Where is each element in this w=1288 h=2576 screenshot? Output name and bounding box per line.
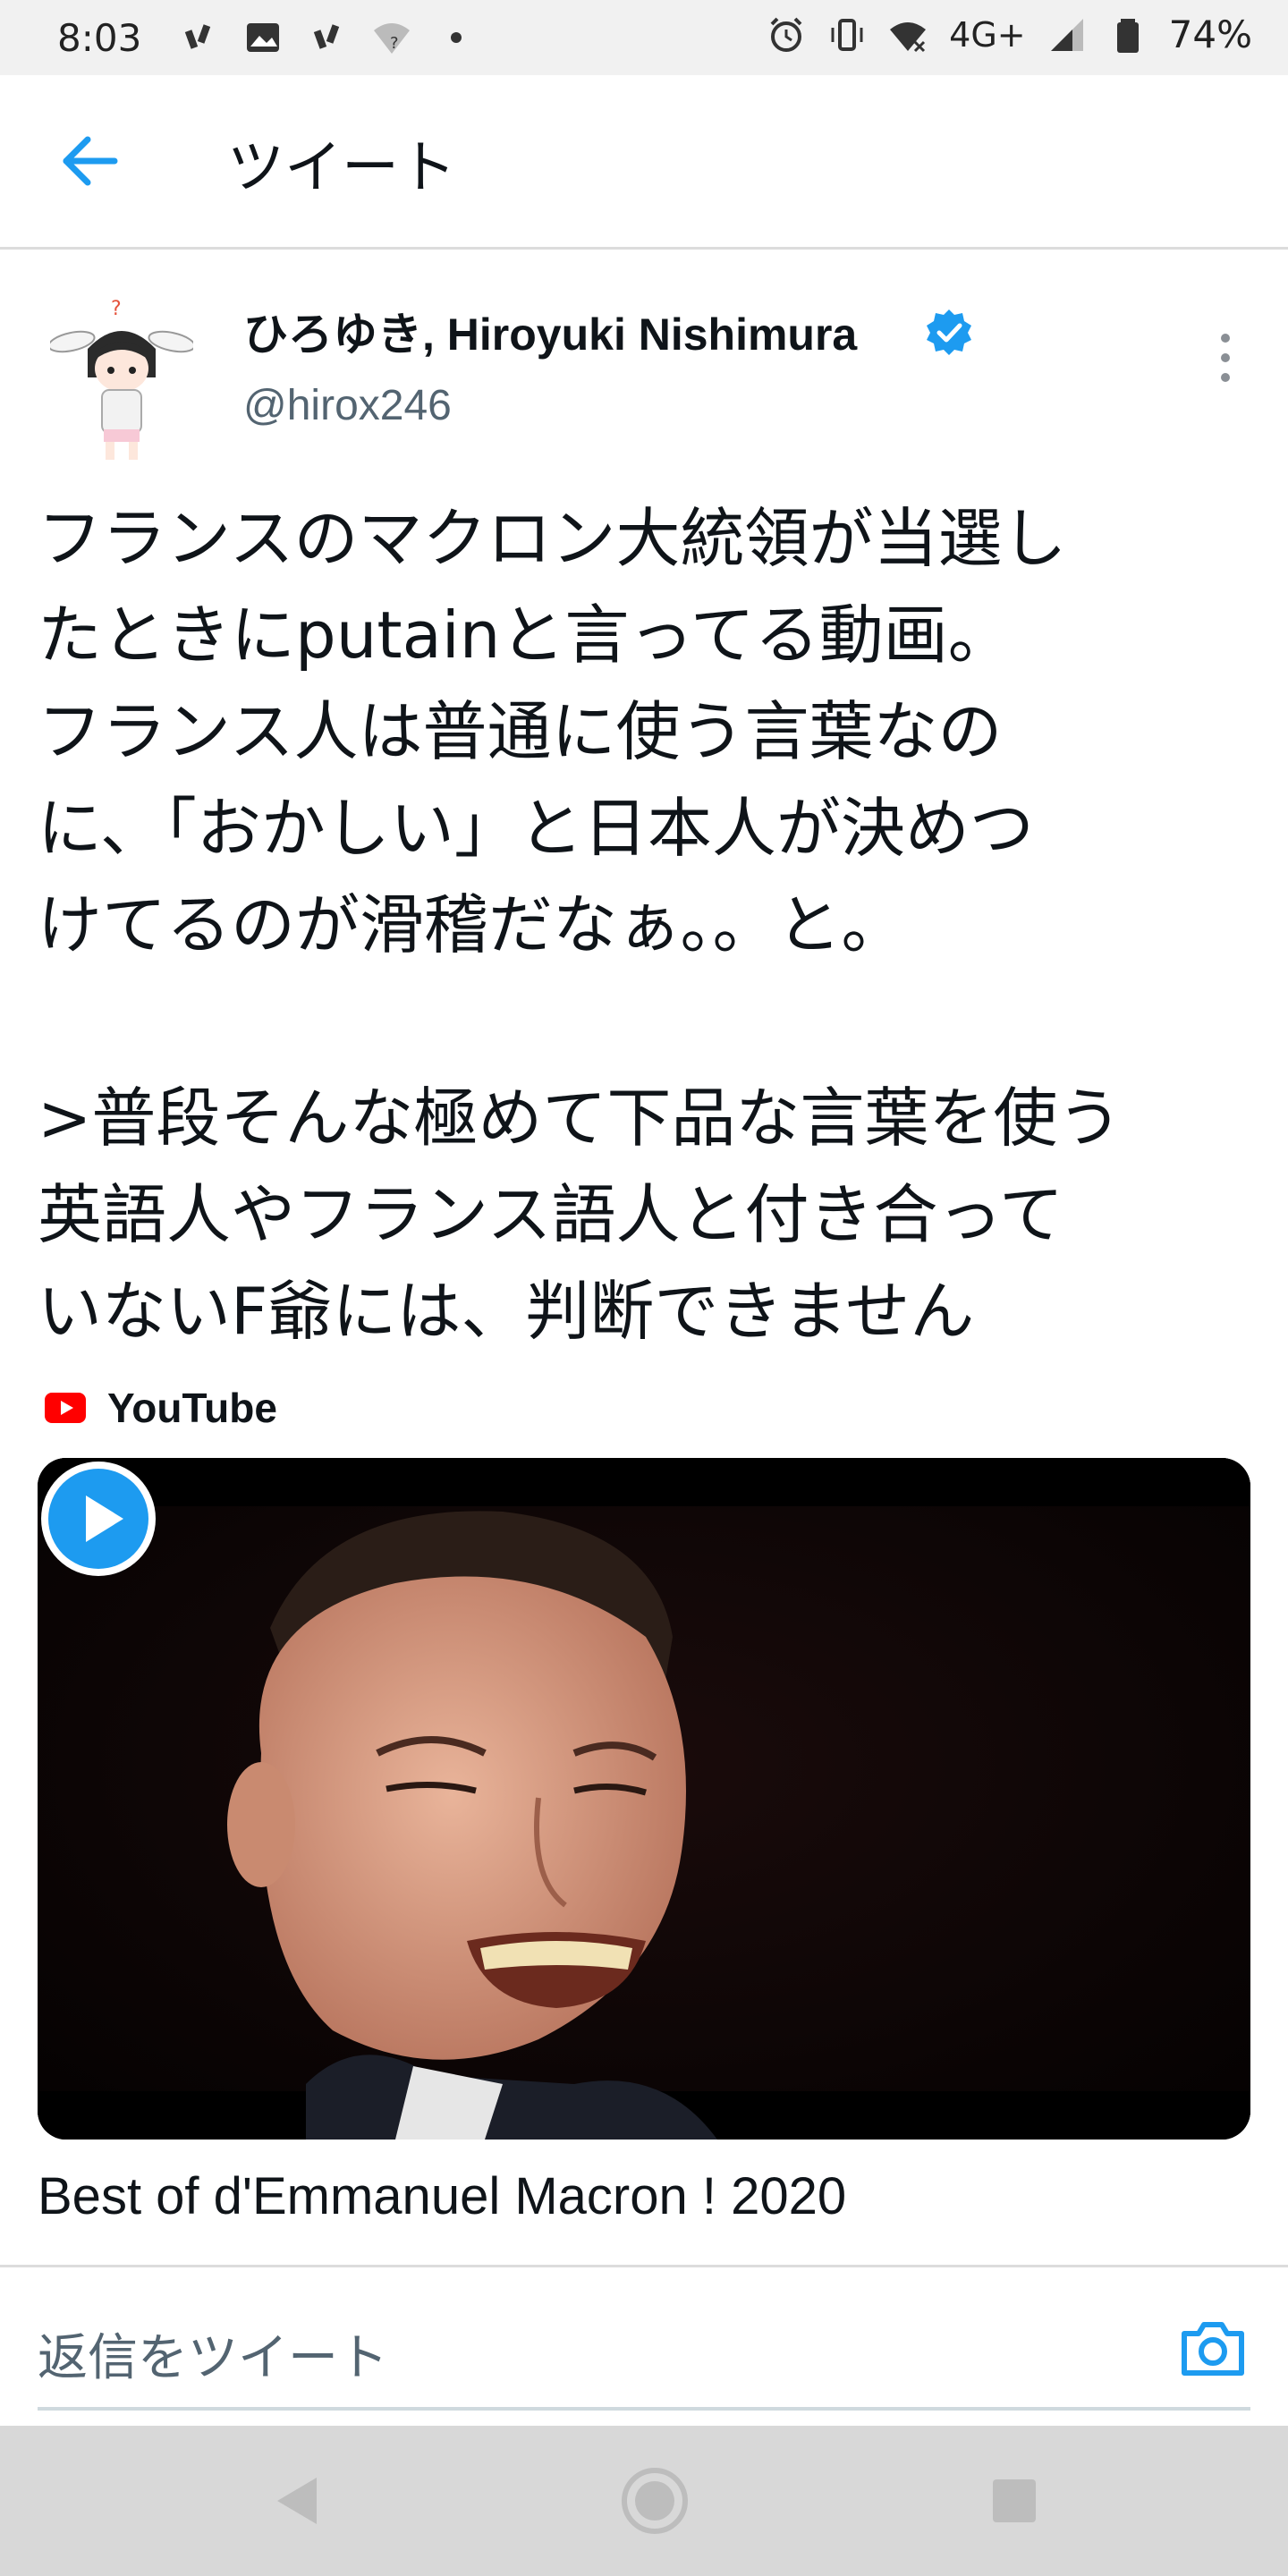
nav-recent-icon[interactable] [989,2476,1039,2526]
app-bar: ツイート [0,75,1288,250]
reply-bar: 返信をツイート [0,2265,1288,2425]
more-vertical-icon[interactable] [1208,311,1243,401]
status-system-icons: 4G+ 74% [767,13,1252,56]
link-card-title[interactable]: Best of d'Emmanuel Macron ! 2020 [38,2166,846,2226]
reply-underline [38,2407,1250,2411]
network-type: 4G+ [949,14,1026,55]
status-bar: 8:03 ? 4G+ 74% [0,0,1288,75]
video-card[interactable] [38,1458,1250,2140]
video-thumbnail [38,1458,1250,2140]
play-button-icon[interactable] [38,1458,159,1580]
status-time: 8:03 [57,16,142,60]
notification-icon [184,24,211,49]
link-card-description-clipped [38,2245,1250,2265]
avatar[interactable]: ? [50,295,193,465]
photo-icon [247,23,279,52]
youtube-icon [45,1393,86,1423]
nav-back-icon[interactable] [270,2472,324,2529]
wifi-icon [890,21,927,52]
author-handle[interactable]: @hirox246 [243,381,452,430]
reply-input[interactable]: 返信をツイート [38,2318,388,2390]
arrow-left-icon[interactable] [54,125,125,197]
tweet-author: ? ひろゆき, Hiroyuki Nishimura @hirox246 [0,247,1288,470]
link-source: YouTube [45,1381,277,1435]
page-title: ツイート [227,135,456,201]
tweet-text: フランスのマクロン大統領が当選し たときにputainと言ってる動画。 フランス… [38,501,1123,1349]
notification-icon [313,24,340,49]
dot-icon [451,32,462,43]
status-notification-icons: ? [179,18,476,57]
author-name[interactable]: ひろゆき, Hiroyuki Nishimura [243,299,857,363]
verified-badge-icon [927,309,971,355]
wifi-question-icon: ? [374,23,410,54]
battery-icon [1116,18,1139,53]
camera-icon[interactable] [1177,2312,1249,2384]
nav-home-icon[interactable] [619,2465,691,2537]
svg-text:?: ? [111,298,122,320]
battery-percent: 74% [1168,13,1252,56]
svg-text:?: ? [390,34,399,53]
link-source-label: YouTube [107,1385,277,1431]
alarm-icon [770,17,802,52]
signal-icon [1050,18,1083,51]
system-nav-bar [0,2426,1288,2576]
vibrate-icon [831,18,863,51]
